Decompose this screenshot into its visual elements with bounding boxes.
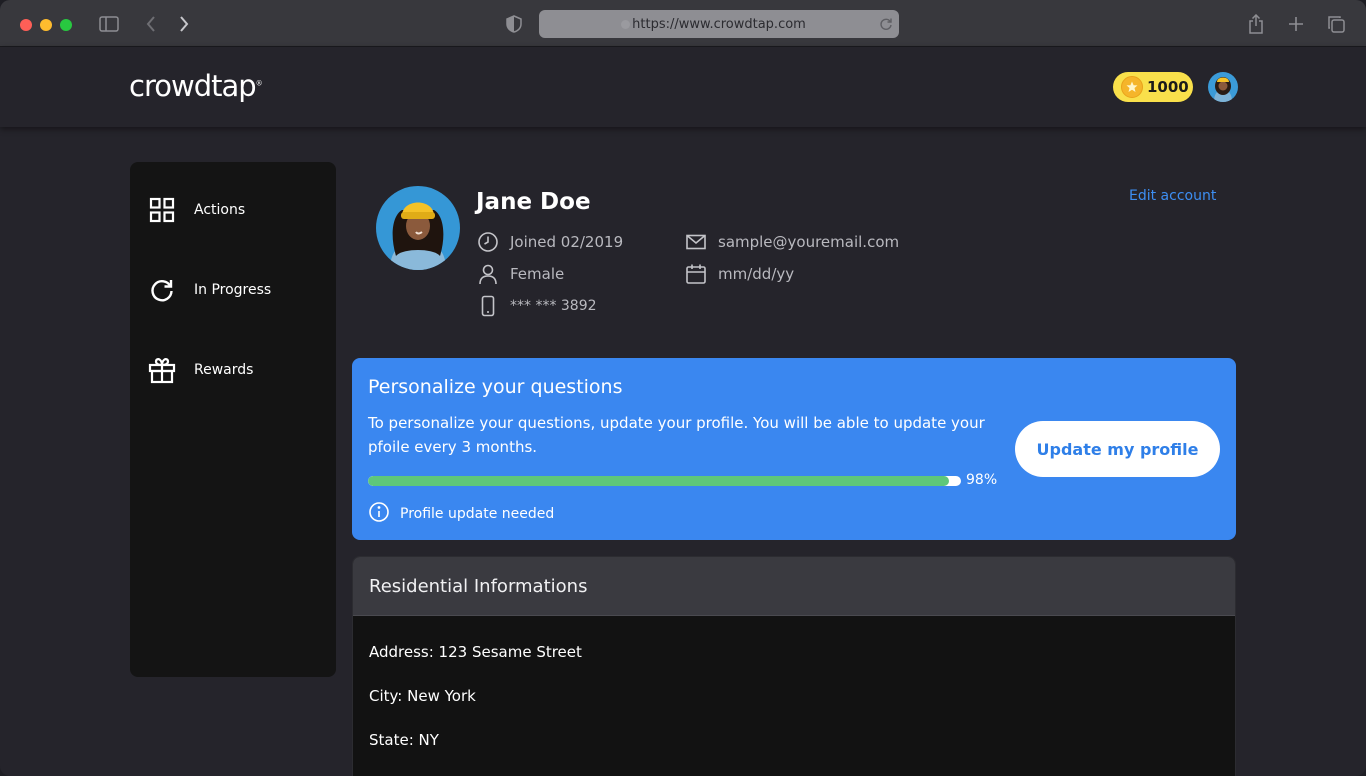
shield-icon[interactable] xyxy=(502,12,526,36)
new-tab-icon[interactable] xyxy=(1284,12,1308,36)
app-header: crowdtap® 1000 xyxy=(0,47,1366,127)
sidebar-item-label: Rewards xyxy=(194,362,254,378)
profile-name: Jane Doe xyxy=(476,189,591,215)
url-text: https://www.crowdtap.com xyxy=(632,16,806,32)
profile-progress-bar xyxy=(368,476,961,486)
edit-account-link[interactable]: Edit account xyxy=(1129,188,1216,204)
gender-text: Female xyxy=(510,265,565,283)
maximize-window-button[interactable] xyxy=(60,19,72,31)
minimize-window-button[interactable] xyxy=(40,19,52,31)
personalize-card: Personalize your questions To personaliz… xyxy=(352,358,1236,540)
sidebar: Actions In Progress Rewards xyxy=(130,162,336,677)
forward-icon[interactable] xyxy=(172,12,196,36)
sidebar-item-rewards[interactable]: Rewards xyxy=(148,350,328,390)
email-info: sample@youremail.com xyxy=(684,230,899,254)
sidebar-item-actions[interactable]: Actions xyxy=(148,190,328,230)
logo-text: crowdtap xyxy=(129,69,257,103)
sidebar-item-label: In Progress xyxy=(194,282,272,298)
state-row: State: NY xyxy=(369,731,439,749)
address-row: Address: 123 Sesame Street xyxy=(369,643,582,661)
sidebar-item-label: Actions xyxy=(194,202,246,218)
progress-percent: 98% xyxy=(966,472,998,488)
calendar-icon xyxy=(684,262,708,286)
address-bar[interactable]: https://www.crowdtap.com xyxy=(539,10,899,38)
joined-text: Joined 02/2019 xyxy=(510,233,624,251)
city-row: City: New York xyxy=(369,687,476,705)
birthday-info: mm/dd/yy xyxy=(684,262,794,286)
email-text: sample@youremail.com xyxy=(718,233,900,251)
birthday-text: mm/dd/yy xyxy=(718,265,795,283)
personalize-description: To personalize your questions, update yo… xyxy=(368,414,985,456)
personalize-title: Personalize your questions xyxy=(368,376,623,398)
sidebar-item-in-progress[interactable]: In Progress xyxy=(148,270,328,310)
phone-info: *** *** 3892 xyxy=(476,294,597,318)
progress-fill xyxy=(368,476,950,486)
coin-count: 1000 xyxy=(1147,78,1189,96)
residential-card: Residential Informations Address: 123 Se… xyxy=(352,556,1236,776)
profile-update-notice: Profile update needed xyxy=(368,501,554,527)
joined-info: Joined 02/2019 xyxy=(476,230,623,254)
back-icon[interactable] xyxy=(139,12,163,36)
grid-icon xyxy=(148,196,176,224)
share-icon[interactable] xyxy=(1244,12,1268,36)
reload-icon[interactable] xyxy=(879,16,893,35)
crowdtap-logo[interactable]: crowdtap® xyxy=(129,69,263,103)
close-window-button[interactable] xyxy=(20,19,32,31)
person-icon xyxy=(476,262,500,286)
refresh-icon xyxy=(148,276,176,304)
tab-overview-icon[interactable] xyxy=(1324,12,1348,36)
clock-icon xyxy=(476,230,500,254)
gift-icon xyxy=(148,356,176,384)
site-icon xyxy=(621,20,630,29)
browser-window: https://www.crowdtap.com crowdtap® 1000 xyxy=(0,0,1366,776)
user-avatar[interactable] xyxy=(1208,72,1238,102)
residential-header: Residential Informations xyxy=(353,557,1235,616)
logo-registered-mark: ® xyxy=(255,79,263,88)
residential-title: Residential Informations xyxy=(369,575,588,597)
mail-icon xyxy=(684,230,708,254)
coin-balance-badge[interactable]: 1000 xyxy=(1113,72,1193,102)
info-icon xyxy=(368,501,390,527)
notice-text: Profile update needed xyxy=(400,506,555,522)
sidebar-toggle-icon[interactable] xyxy=(97,12,121,36)
update-profile-button[interactable]: Update my profile xyxy=(1015,421,1220,477)
star-coin-icon xyxy=(1121,76,1143,98)
gender-info: Female xyxy=(476,262,564,286)
phone-text: *** *** 3892 xyxy=(510,298,597,314)
profile-avatar xyxy=(376,186,460,270)
browser-toolbar: https://www.crowdtap.com xyxy=(0,0,1366,47)
phone-icon xyxy=(476,294,500,318)
